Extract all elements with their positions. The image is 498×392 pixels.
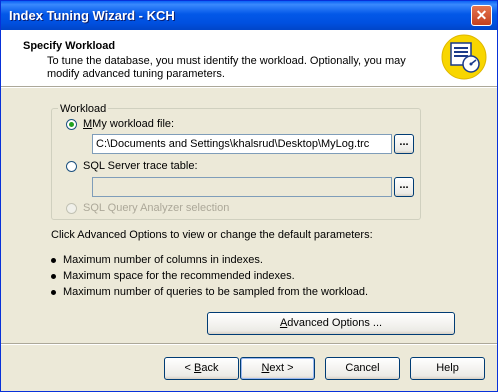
advanced-instructions: Click Advanced Options to view or change… [51, 229, 373, 241]
close-button[interactable]: ✕ [471, 5, 492, 26]
wizard-header: Specify Workload To tune the database, y… [1, 30, 497, 86]
title-bar[interactable]: Index Tuning Wizard - KCH ✕ [1, 1, 497, 30]
wizard-window: Index Tuning Wizard - KCH ✕ Specify Work… [0, 0, 498, 392]
radio-selected-dot [69, 122, 74, 127]
back-button[interactable]: < Back [164, 357, 239, 380]
browse-file-button[interactable]: ... [394, 134, 414, 154]
bullet-icon [51, 274, 56, 279]
help-button[interactable]: Help [410, 357, 485, 380]
trace-table-radio[interactable] [66, 161, 77, 172]
query-analyzer-radio[interactable] [66, 203, 77, 214]
bullet-icon [51, 290, 56, 295]
footer-divider [1, 343, 497, 345]
workload-group-label: Workload [58, 103, 109, 115]
query-analyzer-label: SQL Query Analyzer selection [83, 202, 230, 214]
page-description: To tune the database, you must identify … [47, 55, 406, 80]
browse-trace-button[interactable]: ... [394, 177, 414, 197]
advanced-options-button[interactable]: Advanced Options ... [207, 312, 455, 335]
page-title: Specify Workload [23, 40, 116, 52]
trace-table-label[interactable]: SQL Server trace table: [83, 160, 198, 172]
wizard-settings-icon [441, 34, 487, 80]
window-title: Index Tuning Wizard - KCH [9, 8, 175, 23]
bullet-icon [51, 258, 56, 263]
close-icon: ✕ [475, 7, 488, 23]
workload-file-radio[interactable] [66, 119, 77, 130]
workload-file-label[interactable]: MMy workload file: [83, 118, 174, 130]
header-divider [1, 86, 497, 88]
workload-file-input[interactable]: C:\Documents and Settings\khalsrud\Deskt… [92, 134, 392, 154]
cancel-button[interactable]: Cancel [325, 357, 400, 380]
trace-table-input[interactable] [92, 177, 392, 197]
next-button[interactable]: Next > [240, 357, 315, 380]
